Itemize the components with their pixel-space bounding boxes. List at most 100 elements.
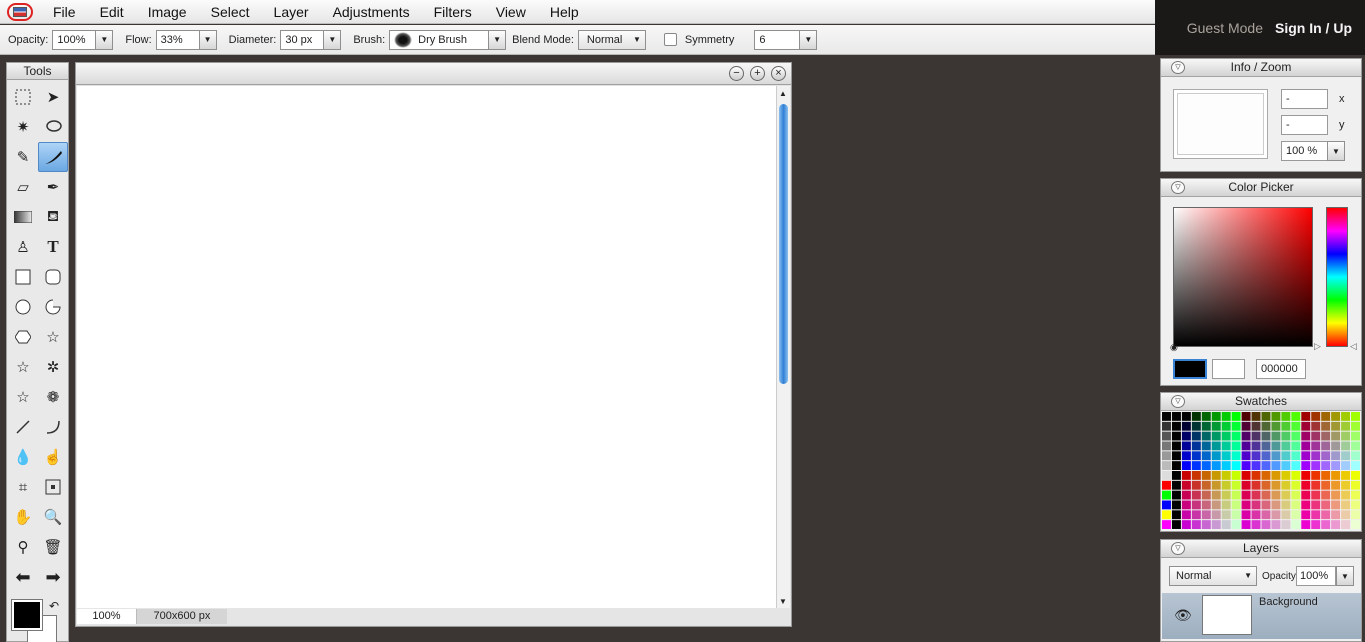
swatch-cell[interactable] (1191, 451, 1201, 461)
arc-icon[interactable] (38, 292, 68, 322)
pencil-icon[interactable]: ✎ (8, 142, 38, 172)
swatch-cell[interactable] (1281, 412, 1291, 421)
swatch-cell[interactable] (1171, 480, 1181, 490)
swatch-cell[interactable] (1171, 461, 1181, 470)
swatch-cell[interactable] (1271, 471, 1281, 480)
swatch-cell[interactable] (1321, 431, 1331, 441)
smudge-icon[interactable]: ☝ (38, 442, 68, 472)
swatch-cell[interactable] (1261, 471, 1271, 480)
swatch-cell[interactable] (1221, 471, 1231, 480)
swatch-cell[interactable] (1211, 441, 1221, 451)
swatch-cell[interactable] (1341, 490, 1351, 500)
paint-bucket-icon[interactable]: ⛾ (38, 202, 68, 232)
swatch-cell[interactable] (1261, 431, 1271, 441)
swatch-cell[interactable] (1201, 490, 1211, 500)
swatch-cell[interactable] (1311, 412, 1321, 421)
swatch-cell[interactable] (1291, 510, 1301, 520)
swatch-cell[interactable] (1221, 510, 1231, 520)
hexagon-icon[interactable] (8, 322, 38, 352)
swatch-cell[interactable] (1301, 431, 1311, 441)
menu-help[interactable]: Help (538, 1, 591, 23)
swatch-cell[interactable] (1241, 500, 1251, 510)
swatch-cell[interactable] (1271, 510, 1281, 520)
swatch-cell[interactable] (1171, 490, 1181, 500)
swatch-cell[interactable] (1211, 520, 1221, 529)
swatch-cell[interactable] (1231, 431, 1241, 441)
swatch-cell[interactable] (1351, 421, 1360, 431)
swatch-cell[interactable] (1231, 451, 1241, 461)
swatch-cell[interactable] (1191, 471, 1201, 480)
scroll-up-icon[interactable]: ▲ (779, 89, 787, 98)
swatch-cell[interactable] (1261, 500, 1271, 510)
marquee-tool-icon[interactable] (8, 82, 38, 112)
undo-arrow-icon[interactable]: ⬅ (8, 562, 38, 592)
text-tool-icon[interactable]: T (38, 232, 68, 262)
swatch-cell[interactable] (1181, 520, 1191, 529)
swatch-cell[interactable] (1281, 421, 1291, 431)
swatch-cell[interactable] (1261, 441, 1271, 451)
star-icon[interactable]: ☆ (38, 322, 68, 352)
swatch-cell[interactable] (1321, 421, 1331, 431)
menu-edit[interactable]: Edit (88, 1, 136, 23)
swatch-cell[interactable] (1191, 441, 1201, 451)
swatch-cell[interactable] (1231, 441, 1241, 451)
swatch-cell[interactable] (1331, 451, 1341, 461)
swatch-cell[interactable] (1321, 471, 1331, 480)
swatch-cell[interactable] (1181, 421, 1191, 431)
swatch-cell[interactable] (1181, 412, 1191, 421)
redo-arrow-icon[interactable]: ➡ (38, 562, 68, 592)
swatch-cell[interactable] (1251, 431, 1261, 441)
swatch-cell[interactable] (1162, 500, 1171, 510)
swatch-cell[interactable] (1251, 480, 1261, 490)
swatch-cell[interactable] (1321, 461, 1331, 470)
swatch-cell[interactable] (1291, 412, 1301, 421)
swatch-cell[interactable] (1331, 500, 1341, 510)
swatch-cell[interactable] (1281, 500, 1291, 510)
brush-tool-icon[interactable] (38, 142, 68, 172)
swatch-cell[interactable] (1291, 431, 1301, 441)
swatch-cell[interactable] (1331, 461, 1341, 470)
swatch-cell[interactable] (1231, 480, 1241, 490)
navigator-thumbnail[interactable] (1173, 89, 1268, 159)
line-icon[interactable] (8, 412, 38, 442)
swatch-cell[interactable] (1231, 520, 1241, 529)
flow-input[interactable]: 33% (155, 29, 200, 50)
swatch-cell[interactable] (1221, 461, 1231, 470)
swatch-cell[interactable] (1162, 441, 1171, 451)
swatch-cell[interactable] (1221, 412, 1231, 421)
curve-icon[interactable] (38, 412, 68, 442)
brush-dropdown-icon[interactable]: ▼ (488, 29, 507, 50)
swatch-cell[interactable] (1181, 471, 1191, 480)
swatch-cell[interactable] (1231, 510, 1241, 520)
swatch-cell[interactable] (1341, 421, 1351, 431)
swatch-cell[interactable] (1351, 451, 1360, 461)
swatch-cell[interactable] (1301, 441, 1311, 451)
scrollbar-thumb[interactable] (779, 104, 788, 384)
magic-wand-icon[interactable]: ✷ (8, 112, 38, 142)
swatch-cell[interactable] (1311, 520, 1321, 529)
swatch-cell[interactable] (1311, 471, 1321, 480)
swatch-cell[interactable] (1201, 480, 1211, 490)
menu-view[interactable]: View (484, 1, 538, 23)
layer-opacity-input[interactable]: 100% (1296, 566, 1336, 586)
collapse-icon[interactable]: ▽ (1171, 61, 1185, 74)
swatch-cell[interactable] (1201, 451, 1211, 461)
canvas-resize-icon[interactable] (38, 472, 68, 502)
swatch-cell[interactable] (1201, 500, 1211, 510)
swatch-cell[interactable] (1221, 520, 1231, 529)
swatch-cell[interactable] (1181, 490, 1191, 500)
swatch-cell[interactable] (1281, 461, 1291, 470)
swatch-cell[interactable] (1331, 412, 1341, 421)
swatch-cell[interactable] (1201, 461, 1211, 470)
swatch-cell[interactable] (1351, 500, 1360, 510)
swatch-cell[interactable] (1331, 421, 1341, 431)
swatch-cell[interactable] (1351, 520, 1360, 529)
swatch-cell[interactable] (1191, 412, 1201, 421)
airbrush-icon[interactable]: ✒ (38, 172, 68, 202)
swatch-cell[interactable] (1311, 490, 1321, 500)
swatch-cell[interactable] (1351, 490, 1360, 500)
swatch-cell[interactable] (1162, 490, 1171, 500)
swatch-cell[interactable] (1341, 461, 1351, 470)
swatch-cell[interactable] (1171, 451, 1181, 461)
swatch-cell[interactable] (1191, 461, 1201, 470)
